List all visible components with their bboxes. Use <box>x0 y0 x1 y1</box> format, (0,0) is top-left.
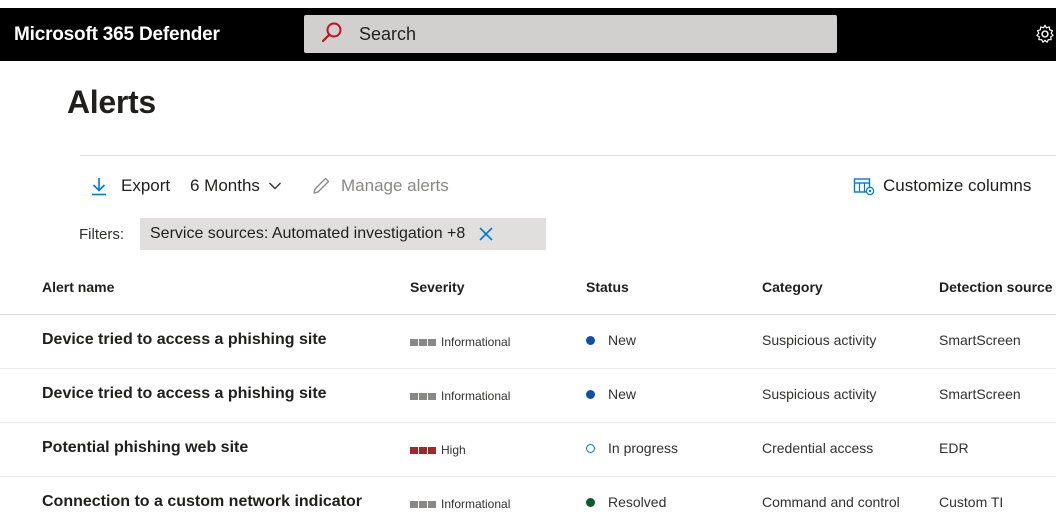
severity-label: Informational <box>441 335 511 349</box>
customize-columns-button[interactable]: Customize columns <box>853 168 1031 204</box>
gear-icon[interactable] <box>1034 23 1056 45</box>
status-cell: New <box>586 386 636 402</box>
category-cell: Suspicious activity <box>762 386 877 402</box>
status-label: Resolved <box>608 494 667 510</box>
status-dot-icon <box>586 335 595 345</box>
severity-bars-icon <box>410 392 437 400</box>
alert-name[interactable]: Device tried to access a phishing site <box>42 331 327 349</box>
filters-bar: Filters: Service sources: Automated inve… <box>0 216 1056 252</box>
alert-name[interactable]: Connection to a custom network indicator <box>42 493 362 511</box>
severity-label: Informational <box>441 497 511 511</box>
table-row[interactable]: Device tried to access a phishing site In… <box>0 315 1056 369</box>
top-bar: Microsoft 365 Defender Search <box>0 0 1056 68</box>
alert-name[interactable]: Device tried to access a phishing site <box>42 385 327 403</box>
alert-name[interactable]: Potential phishing web site <box>42 439 248 457</box>
search-placeholder: Search <box>359 24 417 44</box>
severity-cell: Informational <box>410 497 510 511</box>
status-dot-icon <box>586 389 595 399</box>
category-cell: Suspicious activity <box>762 332 877 348</box>
search-icon <box>321 22 342 43</box>
edit-icon <box>313 177 330 194</box>
divider <box>80 155 1056 156</box>
severity-cell: High <box>410 443 466 457</box>
status-label: In progress <box>608 440 679 456</box>
table-row[interactable]: Potential phishing web site High In progre… <box>0 423 1056 477</box>
column-header-status[interactable]: Status <box>586 279 629 295</box>
detection-source-cell: Custom TI <box>939 494 1004 510</box>
status-label: New <box>608 332 637 348</box>
export-label: Export <box>121 176 171 195</box>
column-header-category[interactable]: Category <box>762 279 823 295</box>
columns-icon <box>853 178 875 196</box>
close-icon[interactable] <box>477 225 495 243</box>
time-range-label: 6 Months <box>190 176 260 195</box>
status-dot-icon <box>586 497 595 507</box>
manage-alerts-label: Manage alerts <box>341 176 449 195</box>
table-header: Alert name Severity Status Category Dete… <box>0 262 1056 315</box>
column-header-severity[interactable]: Severity <box>410 279 464 295</box>
filters-label: Filters: <box>79 226 124 243</box>
status-cell: New <box>586 332 636 348</box>
severity-bars-icon <box>410 446 437 454</box>
severity-label: Informational <box>441 389 511 403</box>
time-range-dropdown[interactable]: 6 Months <box>190 168 282 204</box>
table-row[interactable]: Connection to a custom network indicator… <box>0 477 1056 514</box>
severity-cell: Informational <box>410 335 510 349</box>
search-input[interactable]: Search <box>304 15 837 53</box>
status-label: New <box>608 386 637 402</box>
detection-source-cell: SmartScreen <box>939 386 1021 402</box>
table-row[interactable]: Device tried to access a phishing site In… <box>0 369 1056 423</box>
detection-source-cell: SmartScreen <box>939 332 1021 348</box>
chevron-down-icon <box>268 182 281 190</box>
severity-bars-icon <box>410 500 437 508</box>
download-icon <box>92 178 106 196</box>
severity-cell: Informational <box>410 389 510 403</box>
detection-source-cell: EDR <box>939 440 969 456</box>
category-cell: Credential access <box>762 440 874 456</box>
filter-chip[interactable]: Service sources: Automated investigation… <box>140 218 546 250</box>
page-title: Alerts <box>67 84 156 120</box>
column-header-alert-name[interactable]: Alert name <box>42 279 114 295</box>
column-header-detection-source[interactable]: Detection source <box>939 279 1053 295</box>
severity-bars-icon <box>410 338 437 346</box>
app-title[interactable]: Microsoft 365 Defender <box>14 24 220 46</box>
manage-alerts-button[interactable]: Manage alerts <box>311 168 449 204</box>
status-dot-icon <box>586 443 595 453</box>
status-cell: In progress <box>586 440 678 456</box>
severity-label: High <box>441 443 466 457</box>
toolbar: Export 6 Months Manage alerts Customize … <box>0 168 1056 204</box>
filter-chip-label: Service sources: Automated investigation… <box>150 225 466 242</box>
category-cell: Command and control <box>762 494 900 510</box>
export-button[interactable]: Export <box>90 168 170 204</box>
status-cell: Resolved <box>586 494 666 510</box>
customize-columns-label: Customize columns <box>883 176 1032 195</box>
